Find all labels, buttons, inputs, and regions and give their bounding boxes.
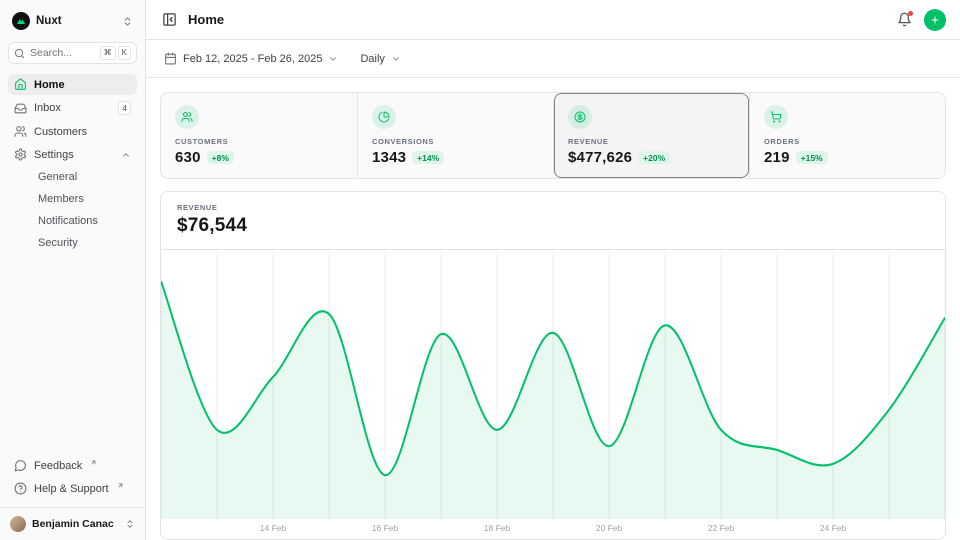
- sidebar-spacer: [8, 253, 137, 455]
- arrow-up-right-icon: [90, 459, 97, 466]
- x-axis-label: 20 Feb: [596, 523, 622, 533]
- sidebar-item-customers[interactable]: Customers: [8, 121, 137, 142]
- sidebar-item-label: Home: [34, 79, 65, 91]
- notifications-button[interactable]: [897, 12, 912, 27]
- filter-toolbar: Feb 12, 2025 - Feb 26, 2025 Daily: [146, 40, 960, 78]
- message-bubble-icon: [14, 459, 27, 472]
- users-icon: [14, 125, 27, 138]
- search-input[interactable]: Search... ⌘ K: [8, 42, 137, 64]
- search-icon: [14, 48, 25, 59]
- chart-title: REVENUE: [177, 203, 929, 212]
- granularity-select[interactable]: Daily: [356, 49, 404, 69]
- stat-delta-badge: +8%: [207, 151, 234, 164]
- team-selector[interactable]: Nuxt: [8, 10, 137, 32]
- x-axis: 14 Feb 16 Feb 18 Feb 20 Feb 22 Feb 24 Feb: [161, 519, 945, 539]
- sidebar-item-help-support[interactable]: Help & Support: [8, 478, 137, 499]
- x-axis-label: 16 Feb: [372, 523, 398, 533]
- stat-delta-badge: +14%: [412, 151, 444, 164]
- stat-delta-badge: +15%: [796, 151, 828, 164]
- kbd-cmd: ⌘: [100, 46, 116, 60]
- x-axis-label: 22 Feb: [708, 523, 734, 533]
- stat-label: CONVERSIONS: [372, 137, 539, 146]
- plus-icon: [930, 14, 940, 26]
- chevrons-up-down-icon: [122, 16, 133, 27]
- gear-icon: [14, 148, 27, 161]
- sidebar-item-feedback[interactable]: Feedback: [8, 455, 137, 476]
- sidebar-item-label: Feedback: [34, 460, 82, 472]
- stat-value: 219: [764, 149, 790, 166]
- stat-label: REVENUE: [568, 137, 735, 146]
- date-range-label: Feb 12, 2025 - Feb 26, 2025: [183, 53, 322, 65]
- stat-card-revenue[interactable]: REVENUE $477,626 +20%: [553, 93, 749, 178]
- shopping-cart-icon: [764, 105, 788, 129]
- stat-card-conversions[interactable]: CONVERSIONS 1343 +14%: [357, 93, 553, 178]
- revenue-area-chart-svg: [161, 250, 945, 519]
- main-panel: Home Feb 12, 2025 - Feb 26, 2025 Daily: [146, 0, 960, 540]
- stat-label: ORDERS: [764, 137, 931, 146]
- sidebar: Nuxt Search... ⌘ K Home Inbox 4 Customer…: [0, 0, 146, 540]
- search-shortcut: ⌘ K: [100, 46, 131, 60]
- chart-header: REVENUE $76,544: [161, 192, 945, 250]
- page-title: Home: [188, 12, 224, 27]
- notification-dot: [908, 11, 913, 16]
- sidebar-item-label: Customers: [34, 126, 87, 138]
- x-axis-label: 24 Feb: [820, 523, 846, 533]
- sidebar-footer-nav: Feedback Help & Support: [8, 455, 137, 499]
- sidebar-nav: Home Inbox 4 Customers Settings General …: [8, 74, 137, 253]
- revenue-chart-card: REVENUE $76,544 14 Feb 16 Feb 18 Feb 20 Feb…: [160, 191, 946, 540]
- chart-current-value: $76,544: [177, 215, 929, 237]
- stat-card-orders[interactable]: ORDERS 219 +15%: [749, 93, 945, 178]
- header-actions: [897, 9, 946, 31]
- sidebar-item-settings[interactable]: Settings: [8, 144, 137, 165]
- top-header: Home: [146, 0, 960, 40]
- chevrons-up-down-icon: [125, 519, 135, 529]
- sidebar-item-home[interactable]: Home: [8, 74, 137, 95]
- users-icon: [175, 105, 199, 129]
- search-placeholder: Search...: [30, 47, 72, 59]
- x-axis-label: 18 Feb: [484, 523, 510, 533]
- user-name: Benjamin Canac: [32, 518, 114, 530]
- circle-dollar-icon: [568, 105, 592, 129]
- stat-card-customers[interactable]: CUSTOMERS 630 +8%: [161, 93, 357, 178]
- x-axis-label: 14 Feb: [260, 523, 286, 533]
- arrow-up-right-icon: [117, 482, 124, 489]
- dashboard-content: CUSTOMERS 630 +8% CONVERSIONS 1343 +14%: [146, 78, 960, 540]
- sidebar-item-general[interactable]: General: [8, 167, 137, 187]
- nuxt-logo-icon: [12, 12, 30, 30]
- stat-label: CUSTOMERS: [175, 137, 343, 146]
- calendar-icon: [164, 52, 177, 65]
- sidebar-item-security[interactable]: Security: [8, 233, 137, 253]
- stat-delta-badge: +20%: [638, 151, 670, 164]
- sidebar-item-notifications[interactable]: Notifications: [8, 211, 137, 231]
- panel-left-close-icon: [162, 12, 177, 27]
- area-chart: [161, 250, 945, 519]
- house-icon: [14, 78, 27, 91]
- date-range-picker[interactable]: Feb 12, 2025 - Feb 26, 2025: [160, 48, 342, 69]
- add-button[interactable]: [924, 9, 946, 31]
- collapse-sidebar-button[interactable]: [160, 10, 179, 29]
- chevron-down-icon: [328, 54, 338, 64]
- stat-value: 630: [175, 149, 201, 166]
- granularity-label: Daily: [360, 53, 384, 65]
- inbox-count-badge: 4: [118, 101, 131, 115]
- team-name: Nuxt: [36, 15, 62, 27]
- avatar: [10, 516, 26, 532]
- inbox-icon: [14, 102, 27, 115]
- sidebar-item-label: Settings: [34, 149, 74, 161]
- sidebar-item-inbox[interactable]: Inbox 4: [8, 97, 137, 119]
- stat-value: $477,626: [568, 149, 632, 166]
- chart-pie-icon: [372, 105, 396, 129]
- sidebar-item-members[interactable]: Members: [8, 189, 137, 209]
- sidebar-item-label: Help & Support: [34, 483, 109, 495]
- stat-value: 1343: [372, 149, 406, 166]
- kbd-k: K: [118, 46, 131, 60]
- help-circle-icon: [14, 482, 27, 495]
- sidebar-item-label: Inbox: [34, 102, 61, 114]
- chevron-up-icon: [121, 150, 131, 160]
- chevron-down-icon: [391, 54, 401, 64]
- stats-strip: CUSTOMERS 630 +8% CONVERSIONS 1343 +14%: [160, 92, 946, 179]
- user-menu[interactable]: Benjamin Canac: [0, 507, 145, 540]
